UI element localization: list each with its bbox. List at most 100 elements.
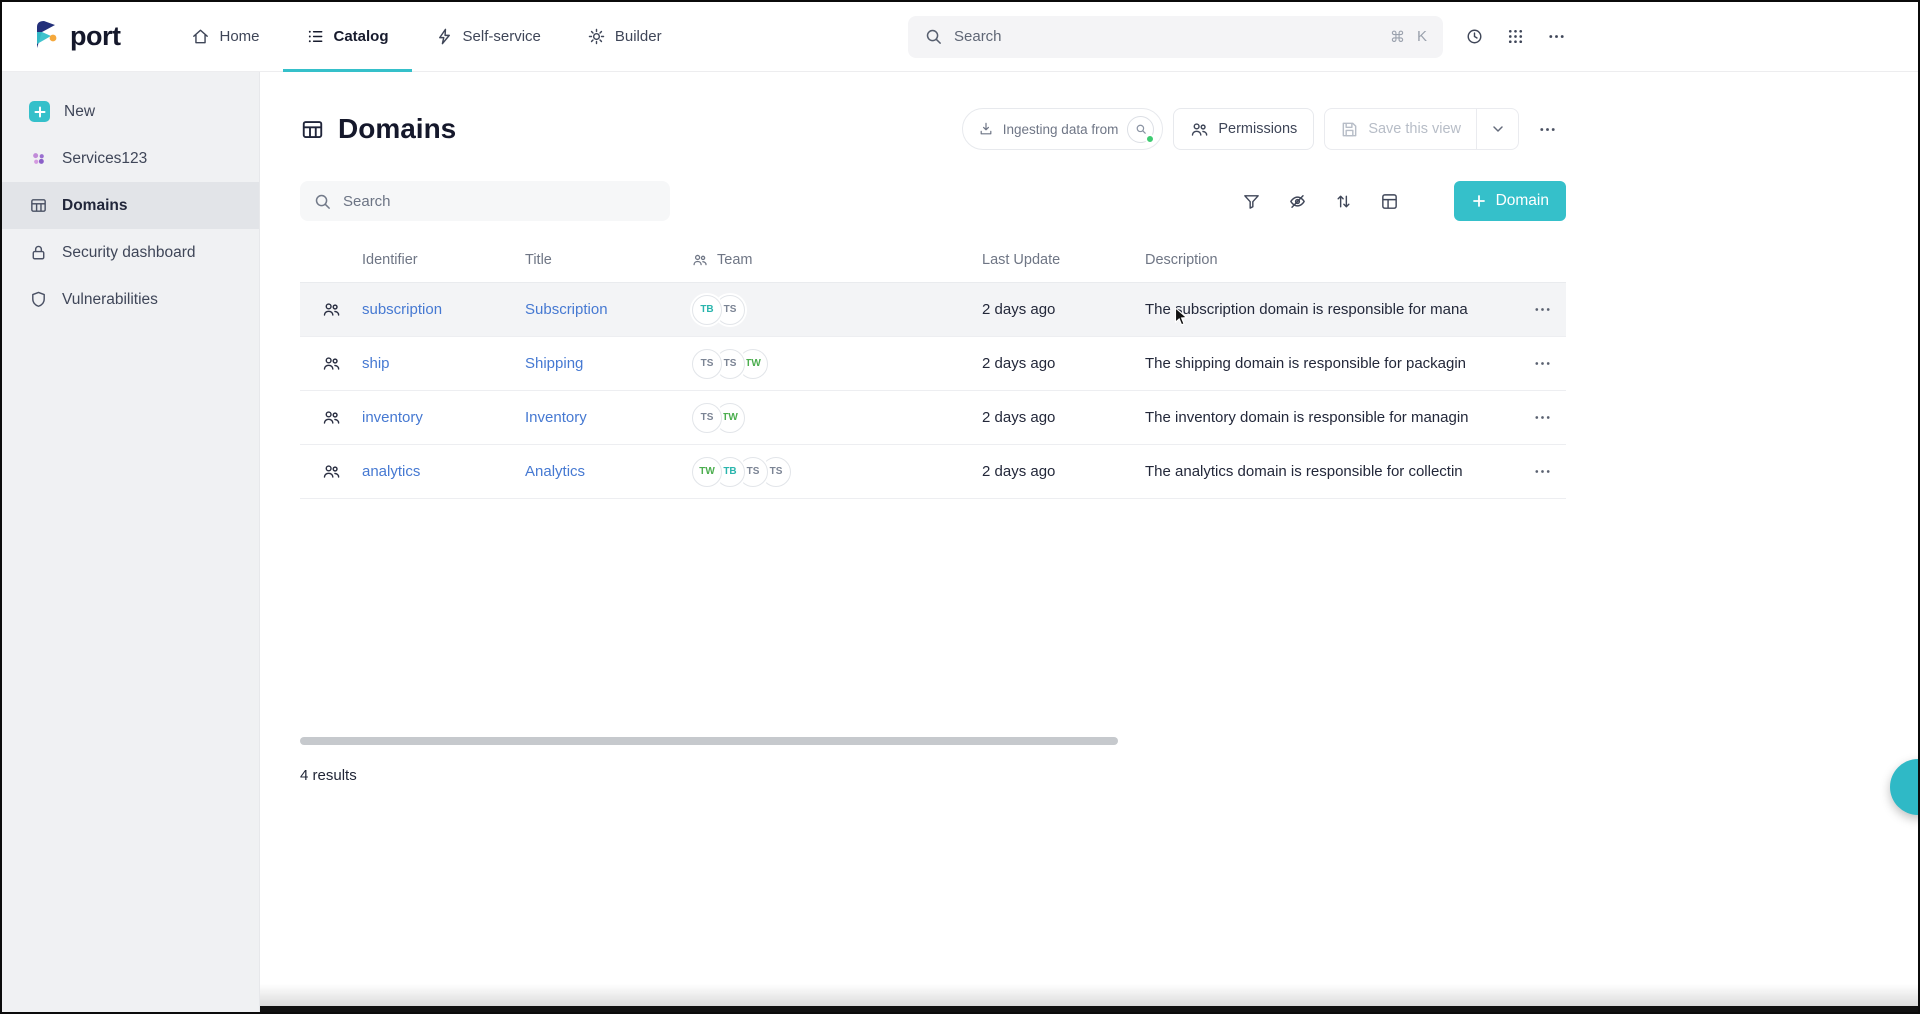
table-search[interactable] bbox=[300, 181, 670, 221]
horizontal-scrollbar-track bbox=[300, 737, 1566, 745]
title-link[interactable]: Inventory bbox=[525, 409, 692, 426]
identifier-link[interactable]: inventory bbox=[362, 409, 525, 426]
apps-grid-icon[interactable] bbox=[1506, 27, 1525, 46]
last-update: 2 days ago bbox=[982, 355, 1145, 372]
col-identifier[interactable]: Identifier bbox=[362, 252, 525, 268]
row-more-button[interactable] bbox=[1518, 354, 1566, 373]
add-domain-label: Domain bbox=[1496, 192, 1549, 210]
nav-item-self-service[interactable]: Self-service bbox=[412, 2, 564, 71]
table-header: Identifier Title Team Last Update Descri… bbox=[300, 237, 1566, 283]
sidebar-item-label: Services123 bbox=[62, 150, 147, 168]
page-title: Domains bbox=[300, 113, 456, 145]
description: The inventory domain is responsible for … bbox=[1145, 409, 1518, 426]
sidebar-item-services123[interactable]: Services123 bbox=[2, 135, 259, 182]
table-icon bbox=[29, 196, 48, 215]
table-row-ship[interactable]: ship Shipping TS TS TW 2 days ago The sh… bbox=[300, 337, 1566, 391]
col-team-label: Team bbox=[717, 252, 752, 268]
ingest-icon bbox=[978, 121, 994, 137]
page-header: Domains Ingesting data from bbox=[300, 108, 1566, 150]
identifier-link[interactable]: subscription bbox=[362, 301, 525, 318]
results-count: 4 results bbox=[300, 767, 1566, 784]
team-avatars: TB TS bbox=[692, 295, 982, 325]
save-view-dropdown[interactable] bbox=[1476, 109, 1518, 149]
filter-funnel-icon[interactable] bbox=[1242, 192, 1261, 211]
last-update: 2 days ago bbox=[982, 463, 1145, 480]
bottom-frame-bar bbox=[2, 1006, 1918, 1012]
nav-label: Self-service bbox=[463, 28, 541, 45]
col-team[interactable]: Team bbox=[692, 252, 982, 268]
k-key: K bbox=[1417, 28, 1427, 46]
sidebar-item-security-dashboard[interactable]: Security dashboard bbox=[2, 229, 259, 276]
save-view-button[interactable]: Save this view bbox=[1325, 109, 1476, 149]
group-by-icon[interactable] bbox=[1380, 192, 1399, 211]
table-row-inventory[interactable]: inventory Inventory TS TW 2 days ago The… bbox=[300, 391, 1566, 445]
global-search[interactable]: ⌘ K bbox=[908, 16, 1443, 58]
save-icon bbox=[1340, 120, 1359, 139]
services-icon bbox=[29, 149, 48, 168]
page-title-text: Domains bbox=[338, 113, 456, 145]
domain-entity-icon bbox=[300, 408, 362, 427]
global-search-input[interactable] bbox=[954, 28, 1379, 45]
nav-label: Builder bbox=[615, 28, 662, 45]
horizontal-scrollbar[interactable] bbox=[300, 737, 1118, 745]
command-key: ⌘ bbox=[1390, 28, 1405, 46]
permissions-button[interactable]: Permissions bbox=[1173, 108, 1314, 150]
sidebar-item-domains[interactable]: Domains bbox=[2, 182, 259, 229]
table-row-analytics[interactable]: analytics Analytics TW TB TS TS 2 days a… bbox=[300, 445, 1566, 499]
avatar[interactable]: TS bbox=[692, 403, 722, 433]
team-avatars: TW TB TS TS bbox=[692, 457, 982, 487]
logo-text: port bbox=[70, 21, 120, 52]
history-icon[interactable] bbox=[1465, 27, 1484, 46]
description: The analytics domain is responsible for … bbox=[1145, 463, 1518, 480]
main-nav: Home Catalog Self-servic bbox=[168, 2, 684, 71]
header-actions: Ingesting data from bbox=[962, 108, 1566, 150]
plus-square-icon bbox=[29, 101, 50, 122]
row-more-button[interactable] bbox=[1518, 408, 1566, 427]
nav-item-builder[interactable]: Builder bbox=[564, 2, 685, 71]
team-avatars: TS TW bbox=[692, 403, 982, 433]
gear-icon bbox=[587, 27, 606, 46]
col-title[interactable]: Title bbox=[525, 252, 692, 268]
table-icon bbox=[300, 117, 325, 142]
last-update: 2 days ago bbox=[982, 409, 1145, 426]
identifier-link[interactable]: analytics bbox=[362, 463, 525, 480]
top-navbar: port Home Catalog bbox=[2, 2, 1918, 72]
save-view-split-button: Save this view bbox=[1324, 108, 1519, 150]
sidebar-item-label: Vulnerabilities bbox=[62, 291, 158, 309]
table-search-input[interactable] bbox=[343, 193, 657, 210]
table-row-subscription[interactable]: subscription Subscription TB TS 2 days a… bbox=[300, 283, 1566, 337]
title-link[interactable]: Subscription bbox=[525, 301, 692, 318]
lightning-icon bbox=[435, 27, 454, 46]
identifier-link[interactable]: ship bbox=[362, 355, 525, 372]
nav-item-catalog[interactable]: Catalog bbox=[283, 2, 412, 71]
row-more-button[interactable] bbox=[1518, 462, 1566, 481]
avatar[interactable]: TW bbox=[692, 457, 722, 487]
nav-item-home[interactable]: Home bbox=[168, 2, 282, 71]
people-icon bbox=[1190, 120, 1209, 139]
avatar[interactable]: TS bbox=[692, 349, 722, 379]
col-last-update[interactable]: Last Update bbox=[982, 252, 1145, 268]
search-icon bbox=[313, 192, 332, 211]
avatar[interactable]: TB bbox=[692, 295, 722, 325]
description: The subscription domain is responsible f… bbox=[1145, 301, 1518, 318]
page-more-button[interactable] bbox=[1529, 120, 1566, 139]
sidebar-item-vulnerabilities[interactable]: Vulnerabilities bbox=[2, 276, 259, 323]
home-icon bbox=[191, 27, 210, 46]
title-link[interactable]: Shipping bbox=[525, 355, 692, 372]
sidebar-item-new[interactable]: New bbox=[2, 88, 259, 135]
ingesting-data-button[interactable]: Ingesting data from bbox=[962, 108, 1164, 150]
more-options-icon[interactable] bbox=[1547, 27, 1566, 46]
add-domain-button[interactable]: Domain bbox=[1454, 181, 1566, 221]
sort-arrows-icon[interactable] bbox=[1334, 192, 1353, 211]
description: The shipping domain is responsible for p… bbox=[1145, 355, 1518, 372]
last-update: 2 days ago bbox=[982, 301, 1145, 318]
save-view-label: Save this view bbox=[1368, 121, 1461, 137]
ingesting-label: Ingesting data from bbox=[1003, 122, 1119, 137]
row-more-button[interactable] bbox=[1518, 300, 1566, 319]
eye-off-icon[interactable] bbox=[1288, 192, 1307, 211]
port-logo[interactable]: port bbox=[32, 2, 120, 71]
title-link[interactable]: Analytics bbox=[525, 463, 692, 480]
col-description[interactable]: Description bbox=[1145, 252, 1518, 268]
plus-icon bbox=[1471, 193, 1487, 209]
domain-entity-icon bbox=[300, 300, 362, 319]
